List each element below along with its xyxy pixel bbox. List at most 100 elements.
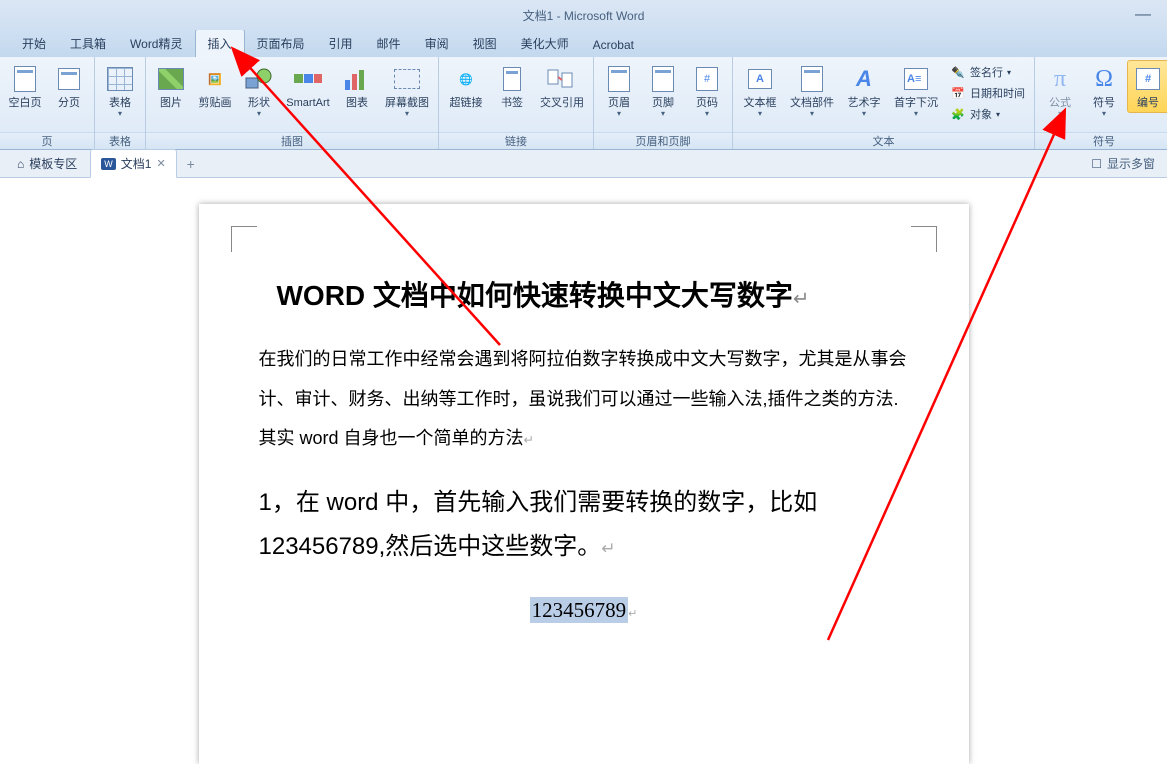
chevron-down-icon: ▾ <box>705 110 709 118</box>
word-doc-icon: W <box>101 158 116 170</box>
parts-button[interactable]: 文档部件▾ <box>785 60 839 121</box>
break-icon <box>58 68 80 90</box>
doc-tab-label: 文档1 <box>121 155 152 172</box>
chevron-down-icon: ▾ <box>257 110 261 118</box>
tab-beautify[interactable]: 美化大师 <box>509 30 581 57</box>
minimize-icon[interactable]: — <box>1135 6 1151 24</box>
number-button[interactable]: #编号 <box>1127 60 1167 113</box>
template-area-tab[interactable]: ⌂ 模板专区 <box>6 149 88 178</box>
wordart-button[interactable]: A艺术字▾ <box>841 60 887 121</box>
blank-page-button[interactable]: 空白页 <box>4 60 46 113</box>
doc-heading[interactable]: WORD 文档中如何快速转换中文大写数字↵ <box>277 274 909 314</box>
chart-button[interactable]: 图表 <box>336 60 378 113</box>
tab-layout[interactable]: 页面布局 <box>245 30 317 57</box>
chevron-down-icon: ▾ <box>862 110 866 118</box>
textbox-icon: A <box>744 63 776 95</box>
tab-home[interactable]: 开始 <box>10 30 58 57</box>
selected-text[interactable]: 123456789 <box>530 597 629 623</box>
chevron-down-icon: ▾ <box>1102 110 1106 118</box>
hash-icon: # <box>691 63 723 95</box>
doc-selected-line[interactable]: 123456789↵ <box>259 598 909 623</box>
group-label-page: 页 <box>0 132 94 149</box>
menu-tabs: 开始 工具箱 Word精灵 插入 页面布局 引用 邮件 审阅 视图 美化大师 A… <box>0 30 1167 57</box>
window-title: 文档1 - Microsoft Word <box>523 7 645 24</box>
bookmark-icon <box>496 63 528 95</box>
smartart-button[interactable]: SmartArt <box>282 60 334 113</box>
group-table: 表格▾ 表格 <box>95 57 146 149</box>
parts-icon <box>796 63 828 95</box>
footer-button[interactable]: 页脚▾ <box>642 60 684 121</box>
tab-sprite[interactable]: Word精灵 <box>118 30 194 57</box>
group-label-illust: 插图 <box>146 132 438 149</box>
header-icon <box>603 63 635 95</box>
chevron-down-icon: ▾ <box>810 110 814 118</box>
clipart-button[interactable]: 🖼️剪贴画 <box>194 60 236 113</box>
windows-icon: ☐ <box>1091 157 1102 171</box>
home-icon: ⌂ <box>17 157 24 171</box>
bookmark-button[interactable]: 书签 <box>491 60 533 113</box>
tab-toolbox[interactable]: 工具箱 <box>58 30 118 57</box>
object-button[interactable]: 🧩对象▾ <box>945 104 1030 124</box>
group-symbol: π公式▾ Ω符号▾ #编号 符号 <box>1035 57 1167 149</box>
tab-acrobat[interactable]: Acrobat <box>581 33 646 57</box>
object-icon: 🧩 <box>950 106 966 122</box>
group-links: 🌐超链接 书签 交叉引用 链接 <box>439 57 594 149</box>
tab-references[interactable]: 引用 <box>317 30 365 57</box>
footer-icon <box>647 63 679 95</box>
table-icon <box>107 67 133 91</box>
crossref-button[interactable]: 交叉引用 <box>535 60 589 113</box>
textbox-button[interactable]: A文本框▾ <box>737 60 783 121</box>
chevron-down-icon: ▾ <box>617 110 621 118</box>
group-label-text: 文本 <box>733 132 1034 149</box>
chevron-down-icon: ▾ <box>661 110 665 118</box>
table-button[interactable]: 表格▾ <box>99 60 141 121</box>
chevron-down-icon: ▾ <box>914 110 918 118</box>
document-page[interactable]: WORD 文档中如何快速转换中文大写数字↵ 在我们的日常工作中经常会遇到将阿拉伯… <box>199 204 969 764</box>
signature-button[interactable]: ✒️签名行▾ <box>945 62 1030 82</box>
dropcap-icon: A≡ <box>900 63 932 95</box>
group-label-hf: 页眉和页脚 <box>594 132 732 149</box>
close-icon[interactable]: ✕ <box>156 157 165 170</box>
globe-icon: 🌐 <box>450 63 482 95</box>
group-label-table: 表格 <box>95 132 145 149</box>
group-illustrations: 图片 🖼️剪贴画 形状▾ SmartArt 图表 屏幕截图▾ 插图 <box>146 57 439 149</box>
equation-button[interactable]: π公式▾ <box>1039 60 1081 121</box>
smartart-icon <box>292 63 324 95</box>
tab-view[interactable]: 视图 <box>461 30 509 57</box>
datetime-button[interactable]: 📅日期和时间 <box>945 83 1030 103</box>
document-area[interactable]: WORD 文档中如何快速转换中文大写数字↵ 在我们的日常工作中经常会遇到将阿拉伯… <box>0 178 1167 728</box>
document-tabs: ⌂ 模板专区 W 文档1 ✕ + ☐ 显示多窗 <box>0 150 1167 178</box>
tab-mail[interactable]: 邮件 <box>365 30 413 57</box>
document-tab[interactable]: W 文档1 ✕ <box>90 149 176 178</box>
group-text: A文本框▾ 文档部件▾ A艺术字▾ A≡首字下沉▾ ✒️签名行▾ 📅日期和时间 … <box>733 57 1035 149</box>
tab-insert[interactable]: 插入 <box>195 29 245 57</box>
tab-review[interactable]: 审阅 <box>413 30 461 57</box>
clipart-icon: 🖼️ <box>205 67 225 91</box>
show-more-label[interactable]: 显示多窗 <box>1107 155 1155 172</box>
doc-step[interactable]: 1，在 word 中，首先输入我们需要转换的数字，比如 123456789,然后… <box>259 481 909 570</box>
screenshot-icon <box>391 63 423 95</box>
dropcap-button[interactable]: A≡首字下沉▾ <box>889 60 943 121</box>
header-button[interactable]: 页眉▾ <box>598 60 640 121</box>
chevron-down-icon: ▾ <box>405 110 409 118</box>
group-page: 空白页 分页 页 <box>0 57 95 149</box>
page-break-button[interactable]: 分页 <box>48 60 90 113</box>
ribbon: 空白页 分页 页 表格▾ 表格 图片 🖼️剪贴画 形状▾ SmartArt 图表… <box>0 57 1167 150</box>
chart-icon <box>341 63 373 95</box>
hyperlink-button[interactable]: 🌐超链接 <box>443 60 489 113</box>
chevron-down-icon: ▾ <box>118 110 122 118</box>
picture-icon <box>158 68 184 90</box>
screenshot-button[interactable]: 屏幕截图▾ <box>380 60 434 121</box>
picture-button[interactable]: 图片 <box>150 60 192 113</box>
pagenum-button[interactable]: #页码▾ <box>686 60 728 121</box>
add-tab-button[interactable]: + <box>179 152 203 176</box>
shapes-button[interactable]: 形状▾ <box>238 60 280 121</box>
omega-icon: Ω <box>1088 63 1120 95</box>
page-icon <box>14 66 36 92</box>
group-label-links: 链接 <box>439 132 593 149</box>
crossref-icon <box>546 63 578 95</box>
doc-paragraph[interactable]: 在我们的日常工作中经常会遇到将阿拉伯数字转换成中文大写数字，尤其是从事会计、审计… <box>259 340 909 459</box>
chevron-down-icon: ▾ <box>758 110 762 118</box>
number-icon: # <box>1132 63 1164 95</box>
symbol-button[interactable]: Ω符号▾ <box>1083 60 1125 121</box>
